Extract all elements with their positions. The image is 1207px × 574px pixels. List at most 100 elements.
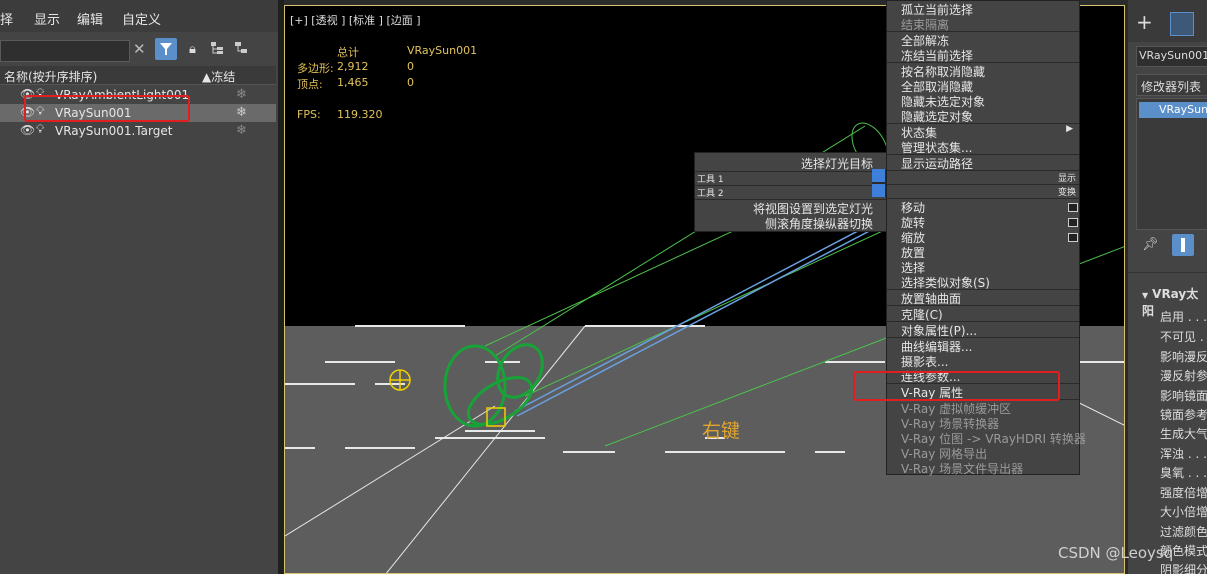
menu-item-unhide-all[interactable]: 全部取消隐藏 — [887, 78, 1079, 94]
stats-vert-total: 1,465 — [337, 76, 369, 89]
menu-header-transform: 变换 — [1057, 188, 1076, 198]
modifier-stack: VRaySun — [1136, 98, 1207, 230]
highlight-box — [24, 95, 190, 122]
annotation-right-click: 右键 — [702, 420, 741, 442]
rotate-settings-icon[interactable] — [1068, 218, 1078, 227]
show-end-result-icon[interactable] — [1172, 234, 1194, 256]
menu-item-place-pivot-surface[interactable]: 放置轴曲面 — [887, 290, 1079, 306]
stats-poly-total: 2,912 — [337, 60, 369, 73]
menu-item-vray-bitmap-converter[interactable]: V-Ray 位图 -> VRayHDRI 转换器 — [887, 430, 1086, 446]
menu-item-vray-vfb[interactable]: V-Ray 虚拟帧缓冲区 — [887, 400, 1079, 416]
stats-poly-obj: 0 — [407, 60, 414, 73]
menu-item-show-motion-paths[interactable]: 显示运动路径 — [887, 155, 1079, 171]
light-icon: 💡︎ — [36, 122, 45, 136]
stats-vert-obj: 0 — [407, 76, 414, 89]
menu-item-clone[interactable]: 克隆(C) — [887, 306, 1079, 322]
scale-settings-icon[interactable] — [1068, 233, 1078, 242]
menu-item-freeze-selection[interactable]: 冻结当前选择 — [887, 47, 1079, 63]
stats-object-label: VRaySun001 — [407, 44, 478, 57]
object-name-field[interactable]: VRaySun001 — [1136, 46, 1207, 67]
menu-item-hide-selection[interactable]: 隐藏选定对象 — [887, 108, 1079, 124]
menu-item-curve-editor[interactable]: 曲线编辑器... — [887, 338, 1079, 354]
stats-fps-label: FPS: — [297, 108, 321, 121]
stats-fps-value: 119.320 — [337, 108, 383, 121]
param-filter-color[interactable]: 过滤颜色 — [1160, 523, 1207, 540]
menu-item-vray-mesh-export[interactable]: V-Ray 网格导出 — [887, 445, 1079, 461]
param-diffuse-contrib[interactable]: 漫反射参 — [1160, 367, 1207, 384]
menu-item-object-properties[interactable]: 对象属性(P)... — [887, 322, 1079, 338]
param-specular-contrib[interactable]: 镜面参考 — [1160, 406, 1207, 423]
param-enable[interactable]: 启用 . . . . — [1160, 308, 1207, 325]
param-ozone[interactable]: 臭氧 . . . . — [1160, 464, 1207, 481]
freeze-icon[interactable]: ❄ — [236, 123, 247, 138]
stack-item[interactable]: VRaySun — [1139, 102, 1207, 118]
menu-item-roll-manipulator[interactable]: 侧滚角度操纵器切换 — [695, 215, 887, 231]
menu-item-unfreeze-all[interactable]: 全部解冻 — [887, 32, 1079, 48]
column-header: 名称(按升序排序) ▲冻结 — [0, 66, 276, 85]
param-invisible[interactable]: 不可见 . . . . — [1160, 328, 1207, 345]
collapse-icon: ▼ — [1142, 291, 1149, 300]
param-atmospheric[interactable]: 生成大气 — [1160, 425, 1207, 442]
stats-poly-label: 多边形: — [297, 62, 334, 75]
eye-icon[interactable]: 👁︎ — [20, 123, 35, 137]
watermark: CSDN @Leoysq — [1058, 544, 1174, 562]
left-quad-menu: 选择灯光目标 工具 1 工具 2 将视图设置到选定灯光 侧滚角度操纵器切换 — [694, 152, 888, 232]
menu-header-tools2: 工具 2 — [697, 189, 724, 199]
param-affect-diffuse[interactable]: 影响漫反 — [1160, 348, 1207, 365]
menu-item-end-isolate[interactable]: 结束隔离 — [887, 16, 1079, 32]
pin-icon[interactable]: 📌︎ — [1142, 237, 1159, 252]
submenu-arrow-icon: ▶ — [1066, 124, 1073, 134]
menu-customize[interactable]: 自定义 — [122, 9, 161, 28]
menu-item-move[interactable]: 移动 — [887, 199, 1079, 215]
menu-item-select-light-target[interactable]: 选择灯光目标 — [695, 155, 887, 171]
menu-item-vray-scene-converter[interactable]: V-Ray 场景转换器 — [887, 415, 1079, 431]
lock-icon[interactable]: 🔒︎ — [189, 42, 196, 57]
menu-item-select[interactable]: 选择 — [887, 259, 1079, 275]
column-freeze[interactable]: ▲冻结 — [202, 68, 235, 85]
menu-select[interactable]: 择 — [0, 9, 13, 28]
param-intensity[interactable]: 强度倍增 — [1160, 484, 1207, 501]
param-affect-specular[interactable]: 影响镜面 — [1160, 387, 1207, 404]
menu-item-manage-state-sets[interactable]: 管理状态集... — [887, 139, 1079, 155]
param-size[interactable]: 大小倍增 — [1160, 503, 1207, 520]
highlight-box — [853, 371, 1060, 401]
menu-item-rotate[interactable]: 旋转 — [887, 214, 1079, 230]
viewport-label[interactable]: [+] [透视 ] [标准 ] [边面 ] — [290, 12, 421, 28]
list-item[interactable]: 👁︎ 💡︎ VRaySun001.Target ❄ — [0, 122, 276, 140]
create-tab-icon[interactable]: + — [1136, 12, 1153, 32]
stats-vert-label: 顶点: — [297, 78, 323, 91]
column-name[interactable]: 名称(按升序排序) — [4, 68, 97, 85]
menu-item-set-view-to-light[interactable]: 将视图设置到选定灯光 — [695, 200, 887, 216]
menu-item-dope-sheet[interactable]: 摄影表... — [887, 353, 1079, 369]
item-label: VRaySun001.Target — [55, 124, 173, 138]
menu-item-vray-scene-export[interactable]: V-Ray 场景文件导出器 — [887, 460, 1079, 476]
param-shadow-subdivs[interactable]: 阴影细分 — [1160, 561, 1207, 574]
move-settings-icon[interactable] — [1068, 203, 1078, 212]
filter-icon — [160, 43, 172, 55]
menu-header-tools1: 工具 1 — [697, 175, 724, 185]
menu-display[interactable]: 显示 — [34, 9, 60, 28]
menu-item-hide-unselected[interactable]: 隐藏未选定对象 — [887, 93, 1079, 109]
menu-item-place[interactable]: 放置 — [887, 244, 1079, 260]
clear-search-icon[interactable]: ✕ — [133, 40, 146, 58]
menu-item-scale[interactable]: 缩放 — [887, 229, 1079, 245]
layer-icon[interactable] — [234, 41, 248, 55]
menu-header-display: 显示 — [1057, 174, 1076, 184]
menu-item-select-similar[interactable]: 选择类似对象(S) — [887, 274, 1079, 290]
menu-item-state-sets[interactable]: 状态集 ▶ — [887, 124, 1079, 140]
filter-button[interactable] — [155, 38, 177, 60]
command-panel: + VRaySun001 修改器列表 VRaySun 📌︎ ▼ VRay太阳 启用… — [1128, 0, 1207, 574]
freeze-icon[interactable]: ❄ — [236, 105, 247, 120]
search-input[interactable] — [0, 40, 130, 62]
param-turbidity[interactable]: 浑浊 . . . . — [1160, 445, 1207, 462]
menu-item-unhide-by-name[interactable]: 按名称取消隐藏 — [887, 63, 1079, 79]
menu-edit[interactable]: 编辑 — [77, 9, 103, 28]
freeze-icon[interactable]: ❄ — [236, 87, 247, 102]
right-quad-menu: 孤立当前选择 结束隔离 全部解冻 冻结当前选择 按名称取消隐藏 全部取消隐藏 隐… — [886, 0, 1086, 476]
param-list: 启用 . . . . 不可见 . . . . 影响漫反 漫反射参 影响镜面 镜面… — [1160, 308, 1207, 574]
modifier-list-dropdown[interactable]: 修改器列表 — [1136, 74, 1207, 96]
menu-bar: 择 显示 编辑 自定义 — [0, 0, 278, 32]
menu-item-isolate[interactable]: 孤立当前选择 — [887, 1, 1079, 17]
hierarchy-icon[interactable] — [210, 41, 224, 55]
modify-tab-icon[interactable] — [1170, 12, 1194, 36]
